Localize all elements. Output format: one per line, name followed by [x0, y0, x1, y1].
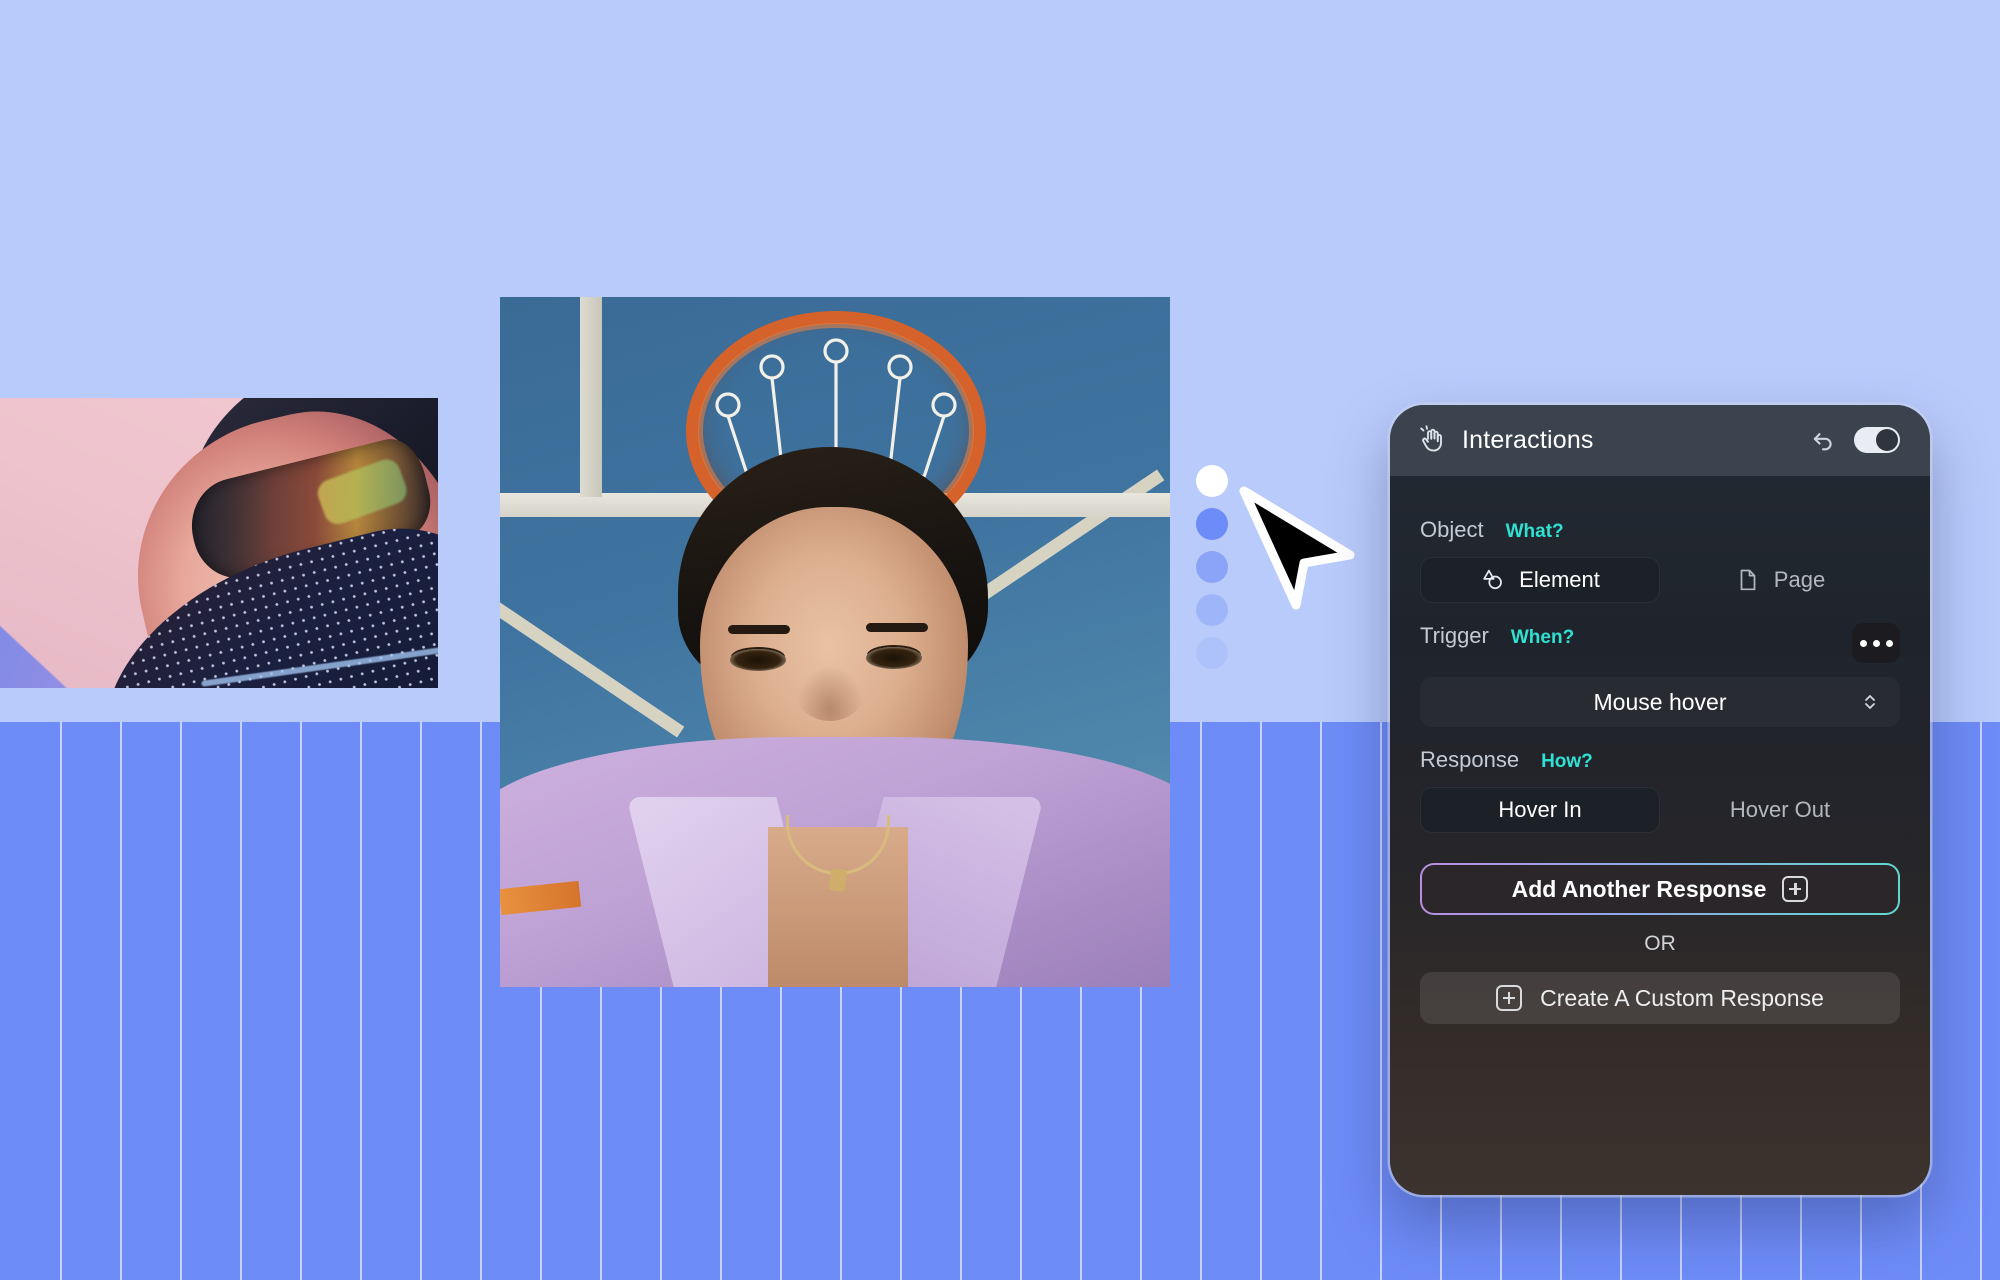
object-option-page-label: Page — [1773, 567, 1826, 592]
add-another-response-label: Add Another Response — [1511, 875, 1767, 902]
gridline — [480, 722, 482, 1280]
response-option-hover-in[interactable]: Hover In — [1420, 787, 1660, 833]
add-another-response-button[interactable]: Add Another Response — [1420, 863, 1900, 915]
panel-header: Interactions — [1390, 405, 1930, 475]
toggle-knob — [1876, 429, 1898, 451]
create-custom-response-button[interactable]: Create A Custom Response — [1420, 972, 1900, 1024]
plus-box-icon — [1496, 985, 1523, 1011]
selection-handle-3[interactable] — [1196, 551, 1228, 583]
page-icon — [1740, 569, 1756, 591]
gridline — [240, 722, 242, 1280]
gridline — [120, 722, 122, 1280]
response-options: Hover In Hover Out — [1420, 787, 1900, 833]
response-option-hover-out-label: Hover Out — [1729, 797, 1831, 822]
gridline — [1200, 722, 1202, 1280]
support-pole — [580, 297, 602, 497]
object-option-element-label: Element — [1519, 567, 1600, 592]
selection-handle-2[interactable] — [1196, 508, 1228, 540]
selection-handle-4[interactable] — [1196, 594, 1228, 626]
gridline — [360, 722, 362, 1280]
or-divider-text: OR — [1644, 932, 1676, 955]
response-hint: How? — [1541, 751, 1593, 772]
response-option-hover-out[interactable]: Hover Out — [1660, 787, 1900, 833]
more-dot-2 — [1872, 639, 1880, 647]
gridline — [1260, 722, 1262, 1280]
chevron-up-down-icon — [1865, 695, 1875, 709]
selection-handles[interactable] — [1196, 465, 1228, 680]
necklace-pendant — [828, 867, 848, 893]
trigger-section-label: Trigger When? — [1420, 623, 1900, 663]
object-option-element[interactable]: Element — [1420, 557, 1660, 603]
gridline — [1320, 722, 1322, 1280]
object-label: Object — [1420, 517, 1484, 542]
nose — [796, 665, 864, 721]
object-section-label: Object What? — [1420, 517, 1900, 543]
panel-body: Object What? Element Page Trigger When? … — [1390, 475, 1930, 1024]
more-dot-3 — [1885, 639, 1893, 647]
trigger-select[interactable]: Mouse hover — [1420, 677, 1900, 727]
object-options: Element Page — [1420, 557, 1900, 603]
eye-right — [866, 647, 922, 669]
more-dot-1 — [1859, 639, 1867, 647]
basketball-hoop-photo[interactable] — [500, 297, 1170, 987]
gridline — [180, 722, 182, 1280]
selection-handle-5[interactable] — [1196, 637, 1228, 669]
more-horizontal-icon[interactable] — [1852, 623, 1900, 663]
trigger-hint: When? — [1510, 627, 1575, 648]
interactions-toggle[interactable] — [1854, 427, 1900, 453]
response-label: Response — [1420, 747, 1520, 772]
selection-handle-1[interactable] — [1196, 465, 1228, 497]
response-section-label: Response How? — [1420, 747, 1900, 773]
plus-box-icon — [1782, 876, 1809, 902]
mouse-cursor-icon — [1239, 486, 1355, 610]
hand-pointer-icon — [1420, 425, 1442, 452]
gridline — [420, 722, 422, 1280]
object-hint: What? — [1505, 521, 1564, 542]
woman-sunglasses-photo[interactable] — [0, 398, 438, 688]
undo-icon[interactable] — [1806, 423, 1840, 457]
shapes-icon — [1483, 569, 1503, 590]
panel-title: Interactions — [1462, 425, 1594, 454]
response-option-hover-in-label: Hover In — [1498, 797, 1582, 822]
eyebrow-right — [866, 623, 928, 632]
gridline — [60, 722, 62, 1280]
eyebrow-left — [728, 625, 790, 634]
interactions-panel: Interactions Object What? Element Page T… — [1390, 405, 1930, 1195]
trigger-label: Trigger — [1420, 623, 1489, 648]
gridline — [1380, 722, 1382, 1280]
gridline — [300, 722, 302, 1280]
create-custom-response-label: Create A Custom Response — [1540, 984, 1824, 1011]
object-option-page[interactable]: Page — [1660, 557, 1900, 603]
eye-left — [730, 649, 786, 671]
gridline — [1980, 722, 1982, 1280]
trigger-selected-value: Mouse hover — [1593, 688, 1727, 715]
